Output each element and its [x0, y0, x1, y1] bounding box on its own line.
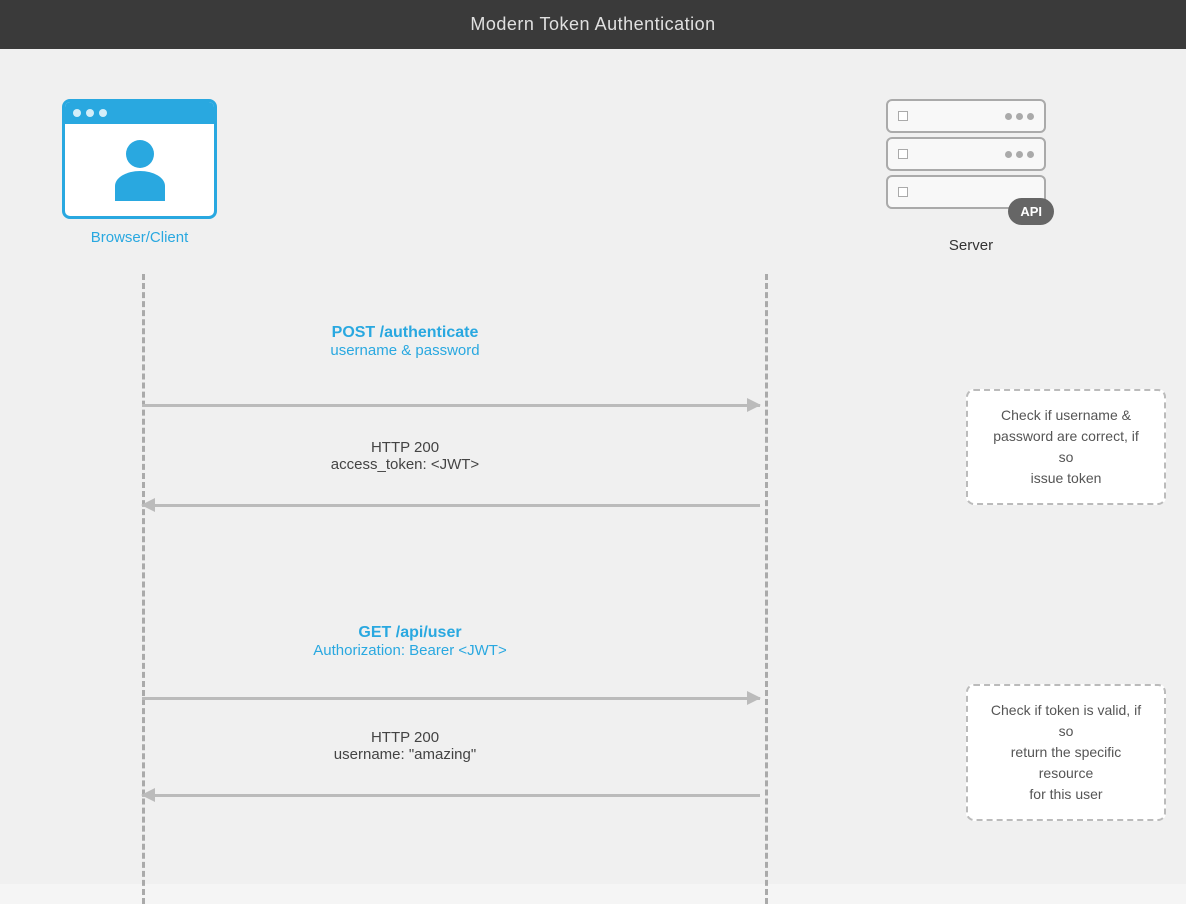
server-stack: API: [886, 99, 1056, 209]
step4-label: HTTP 200 username: "amazing": [240, 729, 570, 763]
server-dot-2a: [1005, 151, 1012, 158]
server-label: Server: [886, 237, 1056, 254]
server-dots-1: [1005, 113, 1034, 120]
diagram-area: Browser/Client: [0, 49, 1186, 884]
person-head: [126, 140, 154, 168]
api-badge: API: [1008, 198, 1054, 225]
server-dot-1b: [1016, 113, 1023, 120]
page-title: Modern Token Authentication: [470, 14, 715, 34]
browser-content: [65, 124, 214, 216]
server-sq-2: [898, 149, 908, 159]
step1-line2: username & password: [240, 342, 570, 359]
browser-client-icon: Browser/Client: [62, 99, 217, 246]
arrow-2-left: [142, 504, 760, 507]
browser-dot-1: [73, 109, 81, 117]
step4-line2: username: "amazing": [240, 746, 570, 763]
browser-window: [62, 99, 217, 219]
arrow-1-right: [142, 404, 760, 407]
step3-line2: Authorization: Bearer <JWT>: [240, 642, 580, 659]
dashed-line-client: [142, 274, 145, 904]
server-icon: API Server: [886, 99, 1056, 254]
step2-line2: access_token: <JWT>: [240, 456, 570, 473]
page-header: Modern Token Authentication: [0, 0, 1186, 49]
note-box-2: Check if token is valid, if soreturn the…: [966, 684, 1166, 821]
step3-line1: GET /api/user: [240, 624, 580, 642]
step1-label: POST /authenticate username & password: [240, 324, 570, 359]
server-unit-1: [886, 99, 1046, 133]
dashed-line-server: [765, 274, 768, 904]
browser-titlebar: [65, 102, 214, 124]
server-sq-3: [898, 187, 908, 197]
arrow-3-right: [142, 697, 760, 700]
step2-label: HTTP 200 access_token: <JWT>: [240, 439, 570, 473]
server-dot-2b: [1016, 151, 1023, 158]
person-icon: [115, 140, 165, 201]
arrow-4-left: [142, 794, 760, 797]
server-sq-1: [898, 111, 908, 121]
note2-text: Check if token is valid, if soreturn the…: [991, 702, 1141, 802]
server-unit-2: [886, 137, 1046, 171]
step1-line1: POST /authenticate: [240, 324, 570, 342]
step3-label: GET /api/user Authorization: Bearer <JWT…: [240, 624, 580, 659]
step4-line1: HTTP 200: [240, 729, 570, 746]
server-dot-1c: [1027, 113, 1034, 120]
note1-text: Check if username &password are correct,…: [993, 407, 1139, 486]
server-dots-2: [1005, 151, 1034, 158]
browser-label: Browser/Client: [62, 229, 217, 246]
person-body: [115, 171, 165, 201]
note-box-1: Check if username &password are correct,…: [966, 389, 1166, 505]
browser-dot-2: [86, 109, 94, 117]
step2-line1: HTTP 200: [240, 439, 570, 456]
browser-dot-3: [99, 109, 107, 117]
server-dot-2c: [1027, 151, 1034, 158]
server-unit-3: API: [886, 175, 1046, 209]
server-dot-1a: [1005, 113, 1012, 120]
